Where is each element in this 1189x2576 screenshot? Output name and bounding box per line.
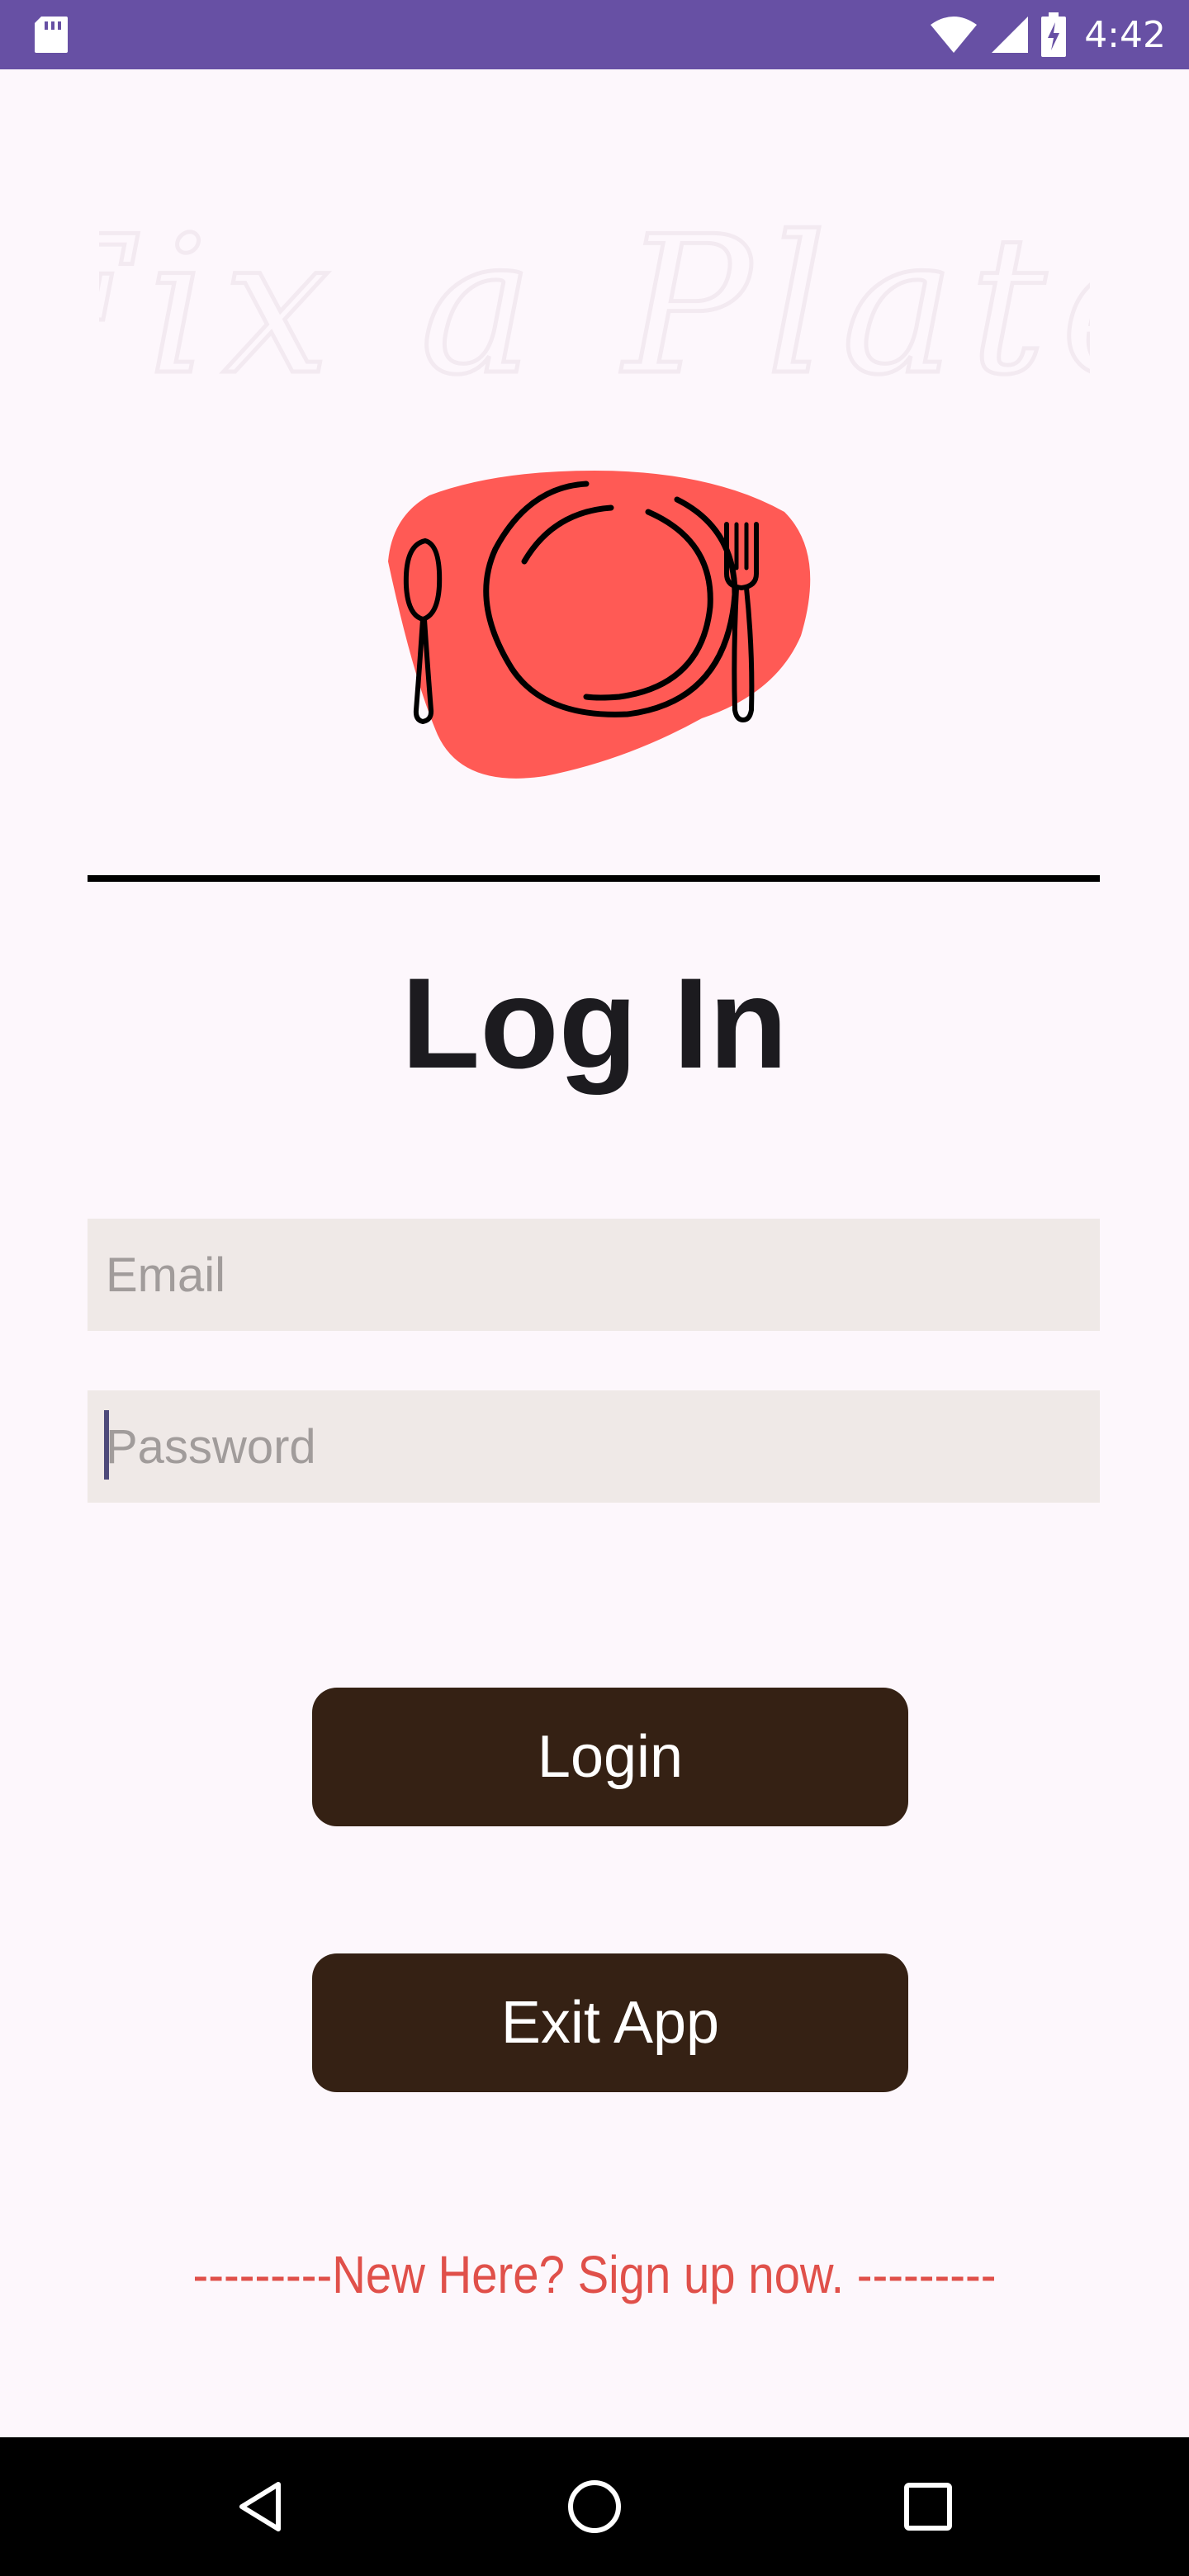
navigation-bar <box>0 2437 1189 2576</box>
cell-signal-icon <box>992 17 1029 53</box>
exit-app-button[interactable]: Exit App <box>312 1953 908 2092</box>
brand-title-text: Fix a Plate <box>99 197 1090 413</box>
recents-button[interactable] <box>887 2465 969 2548</box>
plate-fork-spoon-logo <box>388 471 811 779</box>
password-field[interactable] <box>88 1390 1100 1503</box>
page-title: Log In <box>401 952 788 1096</box>
login-button[interactable]: Login <box>312 1688 908 1826</box>
home-icon <box>568 2480 621 2533</box>
battery-charging-icon <box>1041 12 1067 57</box>
header-divider <box>88 875 1100 882</box>
wifi-icon <box>931 17 978 53</box>
status-time: 4:42 <box>1084 13 1166 56</box>
signup-link[interactable]: ---------New Here? Sign up now. --------… <box>71 2237 1117 2312</box>
status-bar: 4:42 <box>0 0 1189 69</box>
email-input[interactable] <box>106 1247 1100 1303</box>
back-button[interactable] <box>220 2465 302 2548</box>
recents-icon <box>904 2483 952 2531</box>
password-input[interactable] <box>106 1418 1100 1475</box>
back-icon <box>239 2482 281 2531</box>
sd-card-icon <box>35 17 68 53</box>
brand-title: Fix a Plate <box>99 195 1090 414</box>
email-field[interactable] <box>88 1219 1100 1331</box>
home-button[interactable] <box>553 2465 636 2548</box>
text-cursor <box>104 1410 109 1480</box>
